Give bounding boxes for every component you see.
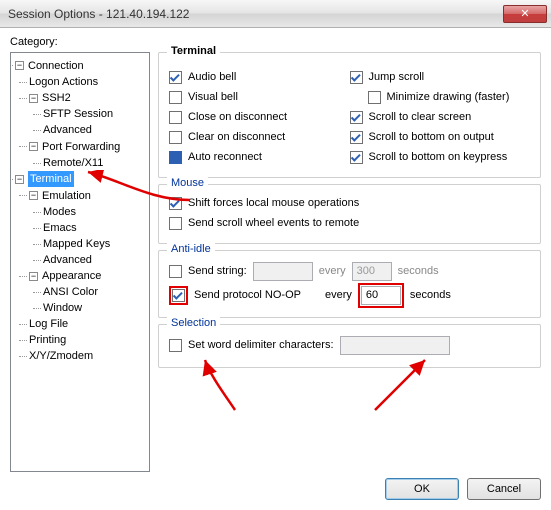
close-button[interactable]: ✕: [503, 5, 547, 23]
tree-node-ssh2-advanced[interactable]: Advanced: [43, 122, 92, 138]
tree-node-connection[interactable]: − Connection: [15, 58, 84, 74]
expander-icon[interactable]: −: [29, 142, 38, 151]
minimize-drawing-checkbox[interactable]: [368, 91, 381, 104]
selection-legend: Selection: [167, 317, 220, 329]
anti-idle-legend: Anti-idle: [167, 243, 215, 255]
audio-bell-checkbox[interactable]: [169, 71, 182, 84]
tree-node-terminal[interactable]: − Terminal: [15, 171, 74, 187]
every-label-2: every: [325, 289, 352, 301]
clear-on-disconnect-checkbox[interactable]: [169, 131, 182, 144]
jump-scroll-checkbox[interactable]: [350, 71, 363, 84]
noop-interval-input[interactable]: [361, 286, 401, 305]
expander-icon[interactable]: −: [29, 94, 38, 103]
jump-scroll-label: Jump scroll: [369, 71, 425, 83]
title-bar: Session Options - 121.40.194.122 ✕: [0, 0, 551, 28]
seconds-label-1: seconds: [398, 265, 439, 277]
tree-node-logon-actions[interactable]: Logon Actions: [29, 74, 98, 90]
tree-node-appearance[interactable]: − Appearance: [29, 268, 101, 284]
clear-on-disconnect-label: Clear on disconnect: [188, 131, 285, 143]
settings-panel: Terminal Audio bell Visual bell Close on…: [158, 52, 541, 472]
send-wheel-label: Send scroll wheel events to remote: [188, 217, 359, 229]
send-string-checkbox[interactable]: [169, 265, 182, 278]
word-delim-label: Set word delimiter characters:: [188, 339, 334, 351]
selection-group: Selection Set word delimiter characters:: [158, 324, 541, 368]
minimize-drawing-label: Minimize drawing (faster): [387, 91, 510, 103]
auto-reconnect-checkbox[interactable]: [169, 151, 182, 164]
tree-node-window[interactable]: Window: [43, 300, 82, 316]
protocol-noop-checkbox[interactable]: [172, 289, 185, 302]
window-title: Session Options - 121.40.194.122: [8, 7, 189, 21]
annotation-box-interval: [358, 283, 404, 308]
tree-node-log-file[interactable]: Log File: [29, 316, 68, 332]
send-string-interval-input[interactable]: [352, 262, 392, 281]
tree-node-printing[interactable]: Printing: [29, 332, 66, 348]
terminal-group: Terminal Audio bell Visual bell Close on…: [158, 52, 541, 178]
category-tree[interactable]: − Connection Logon Actions − SSH2 SFTP S…: [10, 52, 150, 472]
scroll-keypress-label: Scroll to bottom on keypress: [369, 151, 508, 163]
mouse-legend: Mouse: [167, 177, 208, 189]
auto-reconnect-label: Auto reconnect: [188, 151, 262, 163]
every-label-1: every: [319, 265, 346, 277]
cancel-button[interactable]: Cancel: [467, 478, 541, 500]
shift-local-checkbox[interactable]: [169, 197, 182, 210]
tree-node-remote-x11[interactable]: Remote/X11: [43, 155, 103, 171]
tree-node-sftp-session[interactable]: SFTP Session: [43, 106, 113, 122]
visual-bell-label: Visual bell: [188, 91, 238, 103]
expander-icon[interactable]: −: [29, 191, 38, 200]
tree-node-ssh2[interactable]: − SSH2: [29, 90, 71, 106]
tree-node-port-forwarding[interactable]: − Port Forwarding: [29, 139, 120, 155]
shift-local-label: Shift forces local mouse operations: [188, 197, 359, 209]
annotation-box-checkbox: [169, 286, 188, 305]
send-string-label: Send string:: [188, 265, 247, 277]
word-delim-input[interactable]: [340, 336, 450, 355]
close-on-disconnect-label: Close on disconnect: [188, 111, 287, 123]
tree-node-emu-advanced[interactable]: Advanced: [43, 252, 92, 268]
expander-icon[interactable]: −: [15, 175, 24, 184]
tree-node-xyzmodem[interactable]: X/Y/Zmodem: [29, 348, 93, 364]
scroll-output-checkbox[interactable]: [350, 131, 363, 144]
seconds-label-2: seconds: [410, 289, 451, 301]
tree-node-emulation[interactable]: − Emulation: [29, 188, 91, 204]
tree-node-modes[interactable]: Modes: [43, 204, 76, 220]
terminal-legend: Terminal: [167, 45, 220, 57]
visual-bell-checkbox[interactable]: [169, 91, 182, 104]
close-icon: ✕: [520, 7, 529, 20]
tree-node-mapped-keys[interactable]: Mapped Keys: [43, 236, 110, 252]
scroll-keypress-checkbox[interactable]: [350, 151, 363, 164]
category-label: Category:: [10, 36, 541, 48]
tree-node-emacs[interactable]: Emacs: [43, 220, 77, 236]
word-delim-checkbox[interactable]: [169, 339, 182, 352]
expander-icon[interactable]: −: [15, 61, 24, 70]
send-wheel-checkbox[interactable]: [169, 217, 182, 230]
ok-button[interactable]: OK: [385, 478, 459, 500]
mouse-group: Mouse Shift forces local mouse operation…: [158, 184, 541, 244]
anti-idle-group: Anti-idle Send string: every seconds Sen…: [158, 250, 541, 318]
expander-icon[interactable]: −: [29, 272, 38, 281]
audio-bell-label: Audio bell: [188, 71, 236, 83]
scroll-clear-checkbox[interactable]: [350, 111, 363, 124]
dialog-buttons: OK Cancel: [10, 478, 541, 500]
tree-node-ansi-color[interactable]: ANSI Color: [43, 284, 98, 300]
scroll-clear-label: Scroll to clear screen: [369, 111, 472, 123]
protocol-noop-label: Send protocol NO-OP: [194, 289, 301, 301]
scroll-output-label: Scroll to bottom on output: [369, 131, 494, 143]
close-on-disconnect-checkbox[interactable]: [169, 111, 182, 124]
send-string-input[interactable]: [253, 262, 313, 281]
